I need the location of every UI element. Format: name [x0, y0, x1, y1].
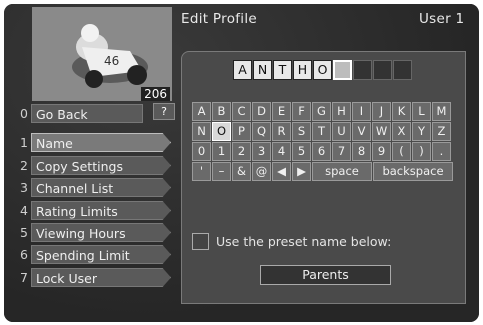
on-screen-keyboard: A B C D E F G H I J K L M N O P Q R S T …: [192, 102, 454, 182]
key[interactable]: X: [392, 122, 411, 141]
keyboard-row: N O P Q R S T U V W X Y Z: [192, 122, 454, 141]
key[interactable]: Q: [252, 122, 271, 141]
backspace-key[interactable]: backspace: [373, 162, 453, 181]
user-label: User 1: [419, 11, 465, 27]
key[interactable]: P: [232, 122, 251, 141]
menu-label[interactable]: Rating Limits: [31, 201, 171, 220]
key[interactable]: .: [432, 142, 451, 161]
key[interactable]: 4: [272, 142, 291, 161]
key[interactable]: –: [212, 162, 231, 181]
key[interactable]: E: [272, 102, 291, 121]
help-button[interactable]: ?: [153, 103, 175, 120]
space-key[interactable]: space: [312, 162, 372, 181]
menu-number: 7: [20, 270, 28, 285]
key[interactable]: 6: [312, 142, 331, 161]
key[interactable]: Z: [432, 122, 451, 141]
menu-label[interactable]: Viewing Hours: [31, 223, 171, 242]
entry-char: O: [313, 60, 332, 80]
key[interactable]: G: [312, 102, 331, 121]
key[interactable]: 1: [212, 142, 231, 161]
entry-char: [373, 60, 392, 80]
key[interactable]: 0: [192, 142, 211, 161]
key[interactable]: (: [392, 142, 411, 161]
menu-number: 6: [20, 247, 28, 262]
key[interactable]: H: [332, 102, 351, 121]
page-title: Edit Profile: [181, 11, 258, 27]
key[interactable]: C: [232, 102, 251, 121]
key[interactable]: S: [292, 122, 311, 141]
key[interactable]: ): [412, 142, 431, 161]
entry-char: [353, 60, 372, 80]
key[interactable]: L: [412, 102, 431, 121]
entry-char: A: [233, 60, 252, 80]
menu-label[interactable]: Lock User: [31, 268, 171, 287]
name-entry-field[interactable]: A N T H O: [233, 60, 413, 80]
key[interactable]: I: [352, 102, 371, 121]
svg-text:46: 46: [104, 54, 119, 68]
key[interactable]: 7: [332, 142, 351, 161]
key[interactable]: ': [192, 162, 211, 181]
key[interactable]: 2: [232, 142, 251, 161]
channel-number: 206: [141, 87, 170, 101]
left-arrow-icon[interactable]: ◀: [272, 162, 291, 181]
menu-item-copy-settings[interactable]: 2 Copy Settings: [11, 156, 171, 175]
menu-label[interactable]: Name: [31, 133, 171, 152]
key[interactable]: V: [352, 122, 371, 141]
preset-checkbox-label: Use the preset name below:: [216, 234, 392, 249]
keyboard-row: ' – & @ ◀ ▶ space backspace: [192, 162, 454, 181]
go-back-button[interactable]: Go Back: [31, 104, 143, 123]
key[interactable]: Y: [412, 122, 431, 141]
menu-label[interactable]: Channel List: [31, 178, 171, 197]
go-back-item[interactable]: 0 Go Back: [11, 104, 143, 123]
key[interactable]: T: [312, 122, 331, 141]
key[interactable]: &: [232, 162, 251, 181]
menu-number: 5: [20, 225, 28, 240]
key[interactable]: F: [292, 102, 311, 121]
key[interactable]: 9: [372, 142, 391, 161]
key-selected[interactable]: O: [212, 122, 231, 141]
entry-char: H: [293, 60, 312, 80]
key[interactable]: A: [192, 102, 211, 121]
key[interactable]: 8: [352, 142, 371, 161]
menu-number: 4: [20, 203, 28, 218]
menu-number: 3: [20, 180, 28, 195]
menu-item-lock-user[interactable]: 7 Lock User: [11, 268, 171, 287]
key[interactable]: 3: [252, 142, 271, 161]
key[interactable]: M: [432, 102, 451, 121]
key[interactable]: K: [392, 102, 411, 121]
key[interactable]: J: [372, 102, 391, 121]
entry-char: T: [273, 60, 292, 80]
key[interactable]: U: [332, 122, 351, 141]
menu-item-channel-list[interactable]: 3 Channel List: [11, 178, 171, 197]
entry-char: N: [253, 60, 272, 80]
menu-item-name[interactable]: 1 Name: [11, 133, 171, 152]
key[interactable]: W: [372, 122, 391, 141]
menu-item-spending-limit[interactable]: 6 Spending Limit: [11, 245, 171, 264]
menu-number: 1: [20, 135, 28, 150]
key[interactable]: 5: [292, 142, 311, 161]
preset-name-field[interactable]: Parents: [260, 265, 391, 285]
entry-cursor: [333, 60, 352, 80]
keyboard-row: A B C D E F G H I J K L M: [192, 102, 454, 121]
keyboard-row: 0 1 2 3 4 5 6 7 8 9 ( ) .: [192, 142, 454, 161]
menu-label[interactable]: Copy Settings: [31, 156, 171, 175]
key[interactable]: B: [212, 102, 231, 121]
menu-number: 0: [20, 106, 28, 121]
menu-number: 2: [20, 158, 28, 173]
menu-label[interactable]: Spending Limit: [31, 245, 171, 264]
preset-checkbox[interactable]: [192, 233, 209, 250]
right-arrow-icon[interactable]: ▶: [292, 162, 311, 181]
key[interactable]: @: [252, 162, 271, 181]
menu-item-rating-limits[interactable]: 4 Rating Limits: [11, 201, 171, 220]
key[interactable]: R: [272, 122, 291, 141]
menu-item-viewing-hours[interactable]: 5 Viewing Hours: [11, 223, 171, 242]
key[interactable]: N: [192, 122, 211, 141]
key[interactable]: D: [252, 102, 271, 121]
program-thumbnail: 46 206: [32, 7, 172, 101]
entry-char: [393, 60, 412, 80]
